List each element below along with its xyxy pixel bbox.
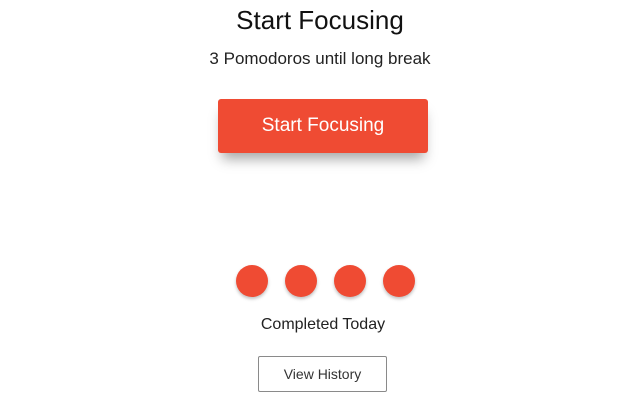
break-countdown-text: 3 Pomodoros until long break xyxy=(209,49,431,68)
pomodoro-dot xyxy=(334,265,366,297)
view-history-button[interactable]: View History xyxy=(258,356,387,392)
pomodoro-dot xyxy=(285,265,317,297)
start-focusing-button[interactable]: Start Focusing xyxy=(218,99,428,153)
page-title: Start Focusing xyxy=(236,5,404,35)
pomodoro-app: Start Focusing 3 Pomodoros until long br… xyxy=(0,0,640,400)
completed-pomodoros-row xyxy=(0,265,640,297)
pomodoro-dot xyxy=(236,265,268,297)
completed-today-label: Completed Today xyxy=(260,316,386,333)
pomodoro-dot xyxy=(383,265,415,297)
